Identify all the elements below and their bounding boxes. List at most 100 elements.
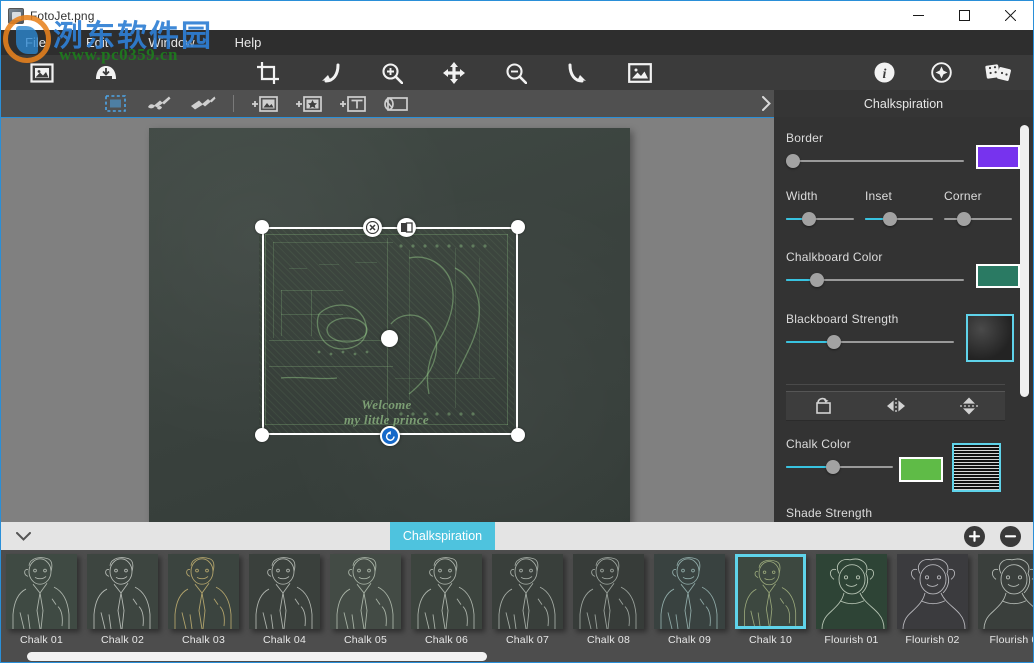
select-frame-icon[interactable]	[93, 90, 137, 117]
thumbnail-image	[735, 554, 806, 629]
menu-help[interactable]: Help	[235, 35, 262, 50]
thumbnail-strip-scrollbar[interactable]	[1, 649, 1033, 663]
chalk-color-slider[interactable]	[786, 460, 893, 474]
chalk-color-swatch[interactable]	[899, 457, 943, 482]
add-template-button[interactable]	[964, 526, 985, 547]
border-color-swatch[interactable]	[976, 145, 1020, 169]
zoom-in-icon[interactable]	[371, 55, 413, 90]
resize-handle-center[interactable]	[381, 330, 398, 347]
tab-chalkspiration[interactable]: Chalkspiration	[390, 522, 495, 550]
thumbnail-image	[411, 554, 482, 629]
add-text-icon[interactable]	[330, 90, 374, 117]
thumbnail-image	[87, 554, 158, 629]
thumbnail-image	[6, 554, 77, 629]
thumbnail-flourish-0[interactable]: Flourish 0	[973, 550, 1033, 646]
delete-object-button[interactable]	[363, 218, 382, 237]
width-slider[interactable]	[786, 212, 854, 226]
open-image-icon[interactable]	[21, 55, 63, 90]
svg-text:i: i	[882, 67, 886, 82]
blackboard-strength-slider[interactable]	[786, 335, 954, 349]
redo-icon[interactable]	[557, 55, 599, 90]
dice-icon[interactable]	[977, 55, 1019, 90]
chalkboard-color-slider[interactable]	[786, 273, 964, 287]
border-label: Border	[786, 131, 964, 145]
collapse-strip-chevron-down-icon[interactable]	[1, 522, 45, 550]
application-window: FotoJet.png File Edit Window Help	[0, 0, 1034, 663]
transform-toolbar	[786, 391, 1005, 421]
thumbnail-image	[816, 554, 887, 629]
rotate-tool-icon[interactable]	[786, 397, 859, 415]
panel-scrollbar-thumb[interactable]	[1020, 125, 1029, 397]
chalkboard-color-swatch[interactable]	[976, 264, 1020, 288]
thumbnail-chalk-02[interactable]: Chalk 02	[82, 550, 163, 646]
thumbnail-label: Flourish 01	[824, 634, 878, 646]
add-photo-icon[interactable]	[242, 90, 286, 117]
thumbnail-label: Chalk 02	[101, 634, 144, 646]
add-clipart-icon[interactable]	[286, 90, 330, 117]
flip-horizontal-icon[interactable]	[859, 398, 932, 414]
settings-icon[interactable]	[920, 55, 962, 90]
resize-handle-bottom-left[interactable]	[255, 428, 269, 442]
thumbnail-image	[573, 554, 644, 629]
thumbnail-label: Chalk 05	[344, 634, 387, 646]
eraser-brush-icon[interactable]	[181, 90, 225, 117]
thumbnail-flourish-02[interactable]: Flourish 02	[892, 550, 973, 646]
info-icon[interactable]: i	[863, 55, 905, 90]
panel-scrollbar[interactable]	[1020, 123, 1029, 516]
blackboard-texture-thumbnail[interactable]	[966, 314, 1014, 362]
remove-template-button[interactable]	[1000, 526, 1021, 547]
resize-handle-top-right[interactable]	[511, 220, 525, 234]
chalk-texture-thumbnail[interactable]	[952, 443, 1001, 492]
thumbnail-chalk-04[interactable]: Chalk 04	[244, 550, 325, 646]
thumbnail-chalk-10[interactable]: Chalk 10	[730, 550, 811, 646]
duplicate-object-button[interactable]	[397, 218, 416, 237]
thumbnail-chalk-08[interactable]: Chalk 08	[568, 550, 649, 646]
crop-icon[interactable]	[247, 55, 289, 90]
menu-file[interactable]: File	[25, 35, 46, 50]
thumbnail-chalk-07[interactable]: Chalk 07	[487, 550, 568, 646]
save-image-icon[interactable]	[85, 55, 127, 90]
effect-panel-title: Chalkspiration	[774, 90, 1033, 117]
thumbnail-chalk-05[interactable]: Chalk 05	[325, 550, 406, 646]
undo-icon[interactable]	[309, 55, 351, 90]
minimize-button[interactable]	[895, 1, 941, 30]
thumbnail-chalk-09[interactable]: Chalk 09	[649, 550, 730, 646]
border-slider[interactable]	[786, 154, 964, 168]
effect-settings-panel: Border Width	[774, 117, 1033, 522]
inset-label: Inset	[865, 189, 944, 203]
menu-edit[interactable]: Edit	[86, 35, 108, 50]
thumbnail-label: Chalk 01	[20, 634, 63, 646]
thumbnail-chalk-06[interactable]: Chalk 06	[406, 550, 487, 646]
work-area[interactable]: Welcome my little prince	[1, 117, 774, 522]
resize-handle-top-left[interactable]	[255, 220, 269, 234]
window-title: FotoJet.png	[30, 9, 94, 23]
rotate-object-handle[interactable]	[380, 426, 400, 446]
thumbnail-label: Chalk 06	[425, 634, 468, 646]
primary-toolbar: i	[1, 55, 1033, 90]
maximize-button[interactable]	[941, 1, 987, 30]
flip-vertical-icon[interactable]	[932, 396, 1005, 416]
thumbnail-label: Chalk 07	[506, 634, 549, 646]
corner-slider[interactable]	[944, 212, 1012, 226]
inset-slider[interactable]	[865, 212, 933, 226]
canvas[interactable]: Welcome my little prince	[149, 128, 630, 524]
thumbnail-strip-scrollbar-thumb[interactable]	[27, 652, 487, 661]
thumbnail-image	[897, 554, 968, 629]
thumbnail-label: Chalk 10	[749, 634, 792, 646]
title-bar: FotoJet.png	[1, 1, 1033, 30]
thumbnail-chalk-03[interactable]: Chalk 03	[163, 550, 244, 646]
fit-image-icon[interactable]	[619, 55, 661, 90]
add-background-icon[interactable]	[374, 90, 418, 117]
thumbnail-chalk-01[interactable]: Chalk 01	[1, 550, 82, 646]
thumbnail-label: Chalk 04	[263, 634, 306, 646]
menu-window[interactable]: Window	[148, 35, 194, 50]
zoom-out-icon[interactable]	[495, 55, 537, 90]
close-button[interactable]	[987, 1, 1033, 30]
resize-handle-bottom-right[interactable]	[511, 428, 525, 442]
template-thumbnail-strip[interactable]: Chalk 01 Chalk 02 Chalk 03 Chalk 04 Chalk 05…	[1, 550, 1033, 663]
corner-label: Corner	[944, 189, 1023, 203]
thumbnail-flourish-01[interactable]: Flourish 01	[811, 550, 892, 646]
paint-brush-icon[interactable]	[137, 90, 181, 117]
selection-frame[interactable]	[262, 227, 518, 435]
move-icon[interactable]	[433, 55, 475, 90]
